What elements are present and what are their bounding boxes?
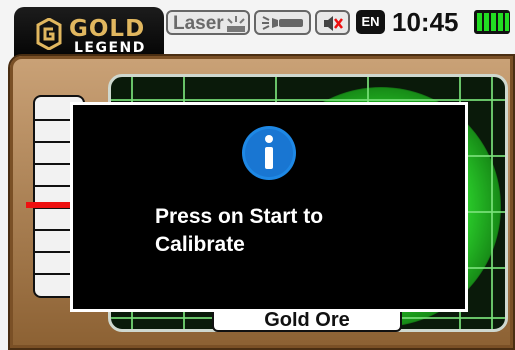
info-icon [242, 126, 296, 180]
grid-line [111, 99, 505, 101]
laser-beam-icon [227, 16, 245, 32]
speaker-muted-icon [324, 16, 343, 31]
laser-label: Laser [173, 13, 224, 34]
calibration-dialog[interactable]: Press on Start to Calibrate [70, 102, 468, 312]
dialog-message: Press on Start to Calibrate [155, 205, 324, 256]
laser-button[interactable]: Laser [166, 10, 250, 35]
gold-logo-icon [36, 18, 62, 50]
language-button[interactable]: EN [356, 10, 385, 34]
app-logo: GOLD LEGEND [14, 7, 164, 57]
flashlight-button[interactable] [254, 10, 311, 35]
logo-gold-text: GOLD [69, 16, 146, 42]
grid-line [491, 77, 493, 329]
battery-icon [474, 10, 510, 34]
flashlight-icon [262, 16, 303, 30]
clock-time: 10:45 [392, 7, 459, 37]
signal-level-indicator [26, 202, 76, 208]
status-bar: GOLD LEGEND Laser EN 10:45 [0, 0, 515, 57]
mute-button[interactable] [315, 10, 350, 35]
